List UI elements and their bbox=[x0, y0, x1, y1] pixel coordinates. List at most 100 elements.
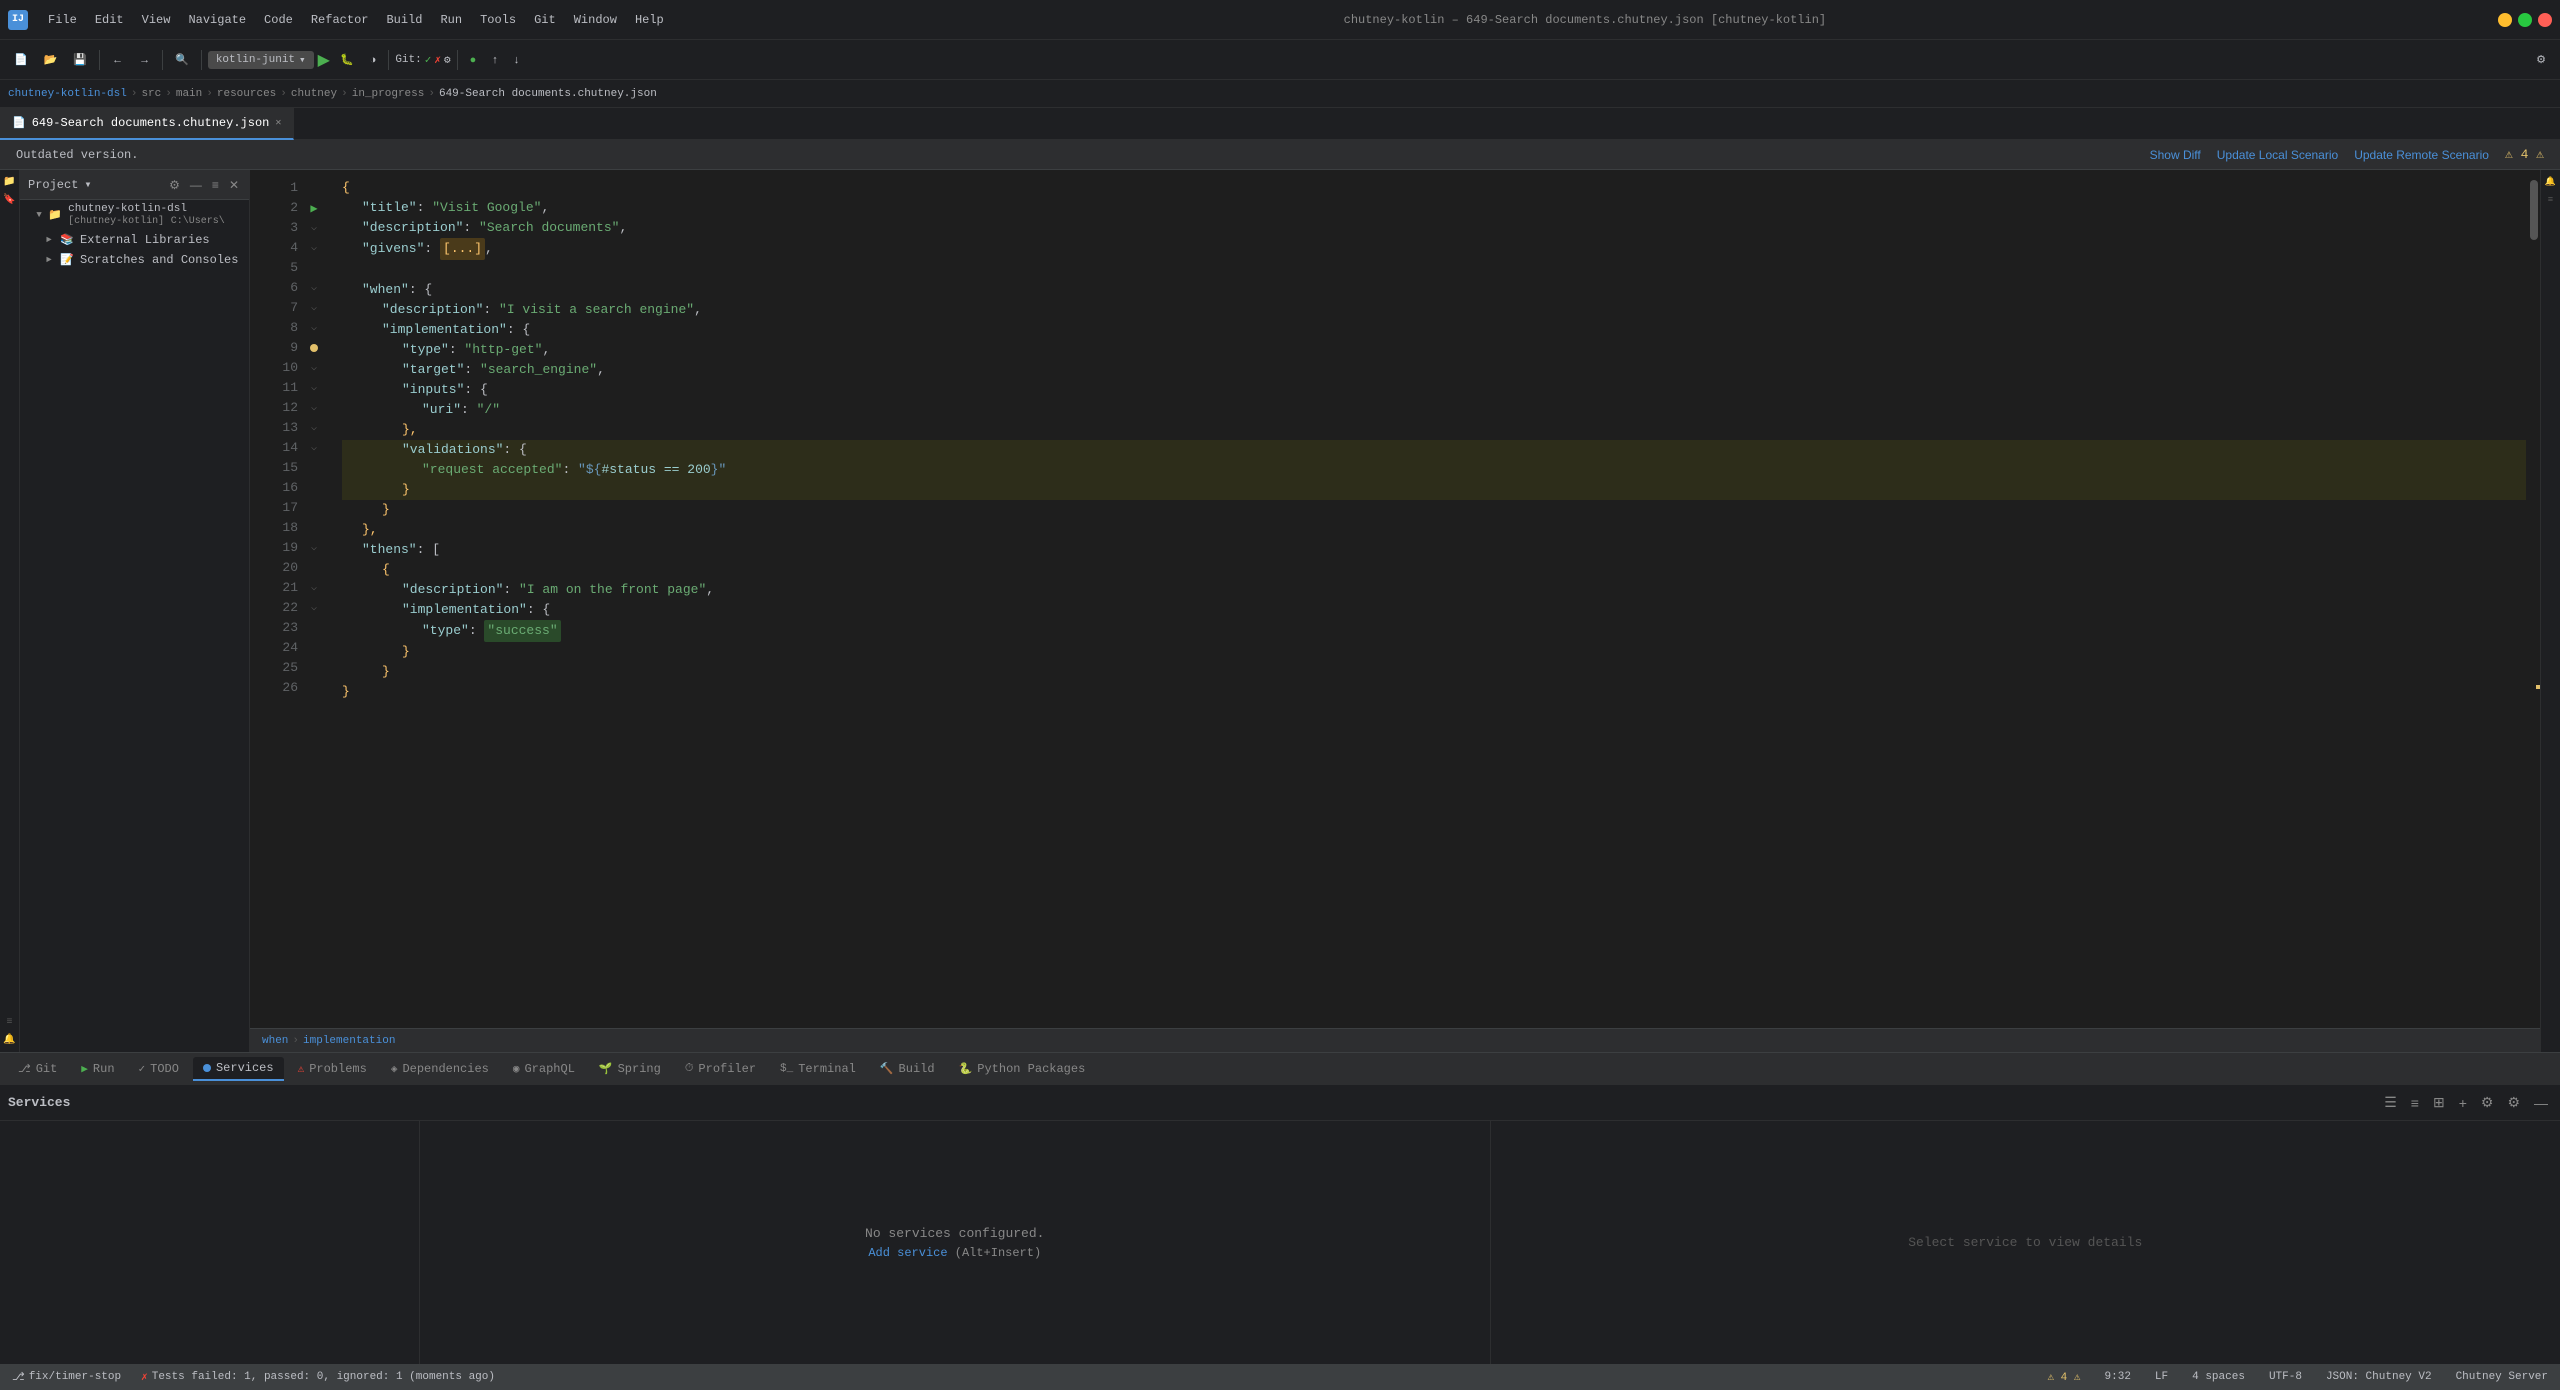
project-settings-btn[interactable]: ⚙ bbox=[167, 176, 182, 194]
fold-line-11[interactable]: ⌵ bbox=[302, 378, 326, 398]
menu-help[interactable]: Help bbox=[627, 10, 672, 30]
fold-line-10[interactable]: ⌵ bbox=[302, 358, 326, 378]
fold-line-19[interactable]: ⌵ bbox=[302, 538, 326, 558]
git-check: ✓ bbox=[425, 53, 432, 67]
tab-spring[interactable]: 🌱 Spring bbox=[589, 1058, 671, 1080]
services-settings-btn[interactable]: ⚙ bbox=[2477, 1092, 2498, 1113]
ext-libs-icon: 📚 bbox=[60, 233, 74, 247]
toolbar-sep-1 bbox=[99, 50, 100, 70]
test-status-item[interactable]: ✗ Tests failed: 1, passed: 0, ignored: 1… bbox=[137, 1368, 499, 1386]
tab-git[interactable]: ⎇ Git bbox=[8, 1058, 67, 1080]
tab-dependencies[interactable]: ◈ Dependencies bbox=[381, 1058, 499, 1080]
sidebar-item-ext-libs[interactable]: ► 📚 External Libraries bbox=[20, 230, 249, 250]
services-minimize-btn[interactable]: — bbox=[2530, 1092, 2552, 1113]
vertical-scrollbar[interactable] bbox=[2526, 170, 2540, 1028]
tab-run[interactable]: ▶ Run bbox=[71, 1058, 124, 1080]
right-notifications-icon[interactable]: 🔔 bbox=[2543, 174, 2559, 190]
code-content[interactable]: { "title": "Visit Google", "description"… bbox=[326, 170, 2526, 1028]
menu-run[interactable]: Run bbox=[432, 10, 470, 30]
sidebar-item-project[interactable]: ▼ 📁 chutney-kotlin-dsl [chutney-kotlin] … bbox=[20, 200, 249, 230]
tab-build[interactable]: 🔨 Build bbox=[870, 1058, 945, 1080]
services-expand-all-btn[interactable]: ≡ bbox=[2407, 1092, 2423, 1113]
code-editor[interactable]: 12345 678910 1112131415 1617181920 21222… bbox=[250, 170, 2540, 1028]
sidebar-item-scratches[interactable]: ► 📝 Scratches and Consoles bbox=[20, 250, 249, 270]
toolbar-back[interactable]: ← bbox=[106, 51, 129, 69]
project-dropdown-arrow[interactable]: ▾ bbox=[84, 177, 91, 192]
toolbar-commit[interactable]: ● bbox=[464, 51, 483, 69]
project-icon[interactable]: 📁 bbox=[2, 174, 18, 190]
fold-line-7[interactable]: ⌵ bbox=[302, 298, 326, 318]
active-tab[interactable]: 📄 649-Search documents.chutney.json ✕ bbox=[0, 108, 294, 140]
services-no-services: No services configured. Add service (Alt… bbox=[420, 1121, 1490, 1364]
run-config-badge[interactable]: kotlin-junit ▾ bbox=[208, 51, 314, 69]
coverage-button[interactable]: ◑ bbox=[364, 51, 383, 69]
tab-problems[interactable]: ⚠ Problems bbox=[288, 1058, 377, 1080]
right-structure-icon[interactable]: ≡ bbox=[2543, 192, 2559, 208]
menu-git[interactable]: Git bbox=[526, 10, 564, 30]
tab-profiler[interactable]: ⏱ Profiler bbox=[675, 1058, 766, 1080]
fold-line-22[interactable]: ⌵ bbox=[302, 598, 326, 618]
tab-python-packages[interactable]: 🐍 Python Packages bbox=[949, 1058, 1096, 1080]
indent-status[interactable]: 4 spaces bbox=[2188, 1369, 2249, 1385]
fold-line-6[interactable]: ⌵ bbox=[302, 278, 326, 298]
services-add-btn[interactable]: + bbox=[2455, 1092, 2471, 1113]
show-diff-button[interactable]: Show Diff bbox=[2150, 147, 2201, 162]
server-status[interactable]: Chutney Server bbox=[2452, 1369, 2552, 1385]
git-branch-status[interactable]: ⎇ fix/timer-stop bbox=[8, 1368, 125, 1386]
line-col-status[interactable]: 9:32 bbox=[2101, 1369, 2135, 1385]
tab-terminal[interactable]: $_ Terminal bbox=[770, 1058, 866, 1080]
toolbar-save[interactable]: 💾 bbox=[67, 50, 93, 69]
maximize-button[interactable] bbox=[2518, 13, 2532, 27]
toolbar-open[interactable]: 📂 bbox=[38, 50, 64, 69]
services-gear-btn[interactable]: ⚙ bbox=[2503, 1092, 2524, 1113]
fold-line-4[interactable]: ⌵ bbox=[302, 238, 326, 258]
menu-refactor[interactable]: Refactor bbox=[303, 10, 377, 30]
update-local-button[interactable]: Update Local Scenario bbox=[2217, 147, 2338, 162]
tab-todo[interactable]: ✓ TODO bbox=[129, 1058, 189, 1080]
file-type-status[interactable]: JSON: Chutney V2 bbox=[2322, 1369, 2436, 1385]
fold-line-3[interactable]: ⌵ bbox=[302, 218, 326, 238]
toolbar-settings[interactable]: ⚙ bbox=[2530, 50, 2552, 69]
toolbar-forward[interactable]: → bbox=[133, 51, 156, 69]
menu-view[interactable]: View bbox=[134, 10, 179, 30]
tab-services[interactable]: Services bbox=[193, 1057, 284, 1081]
bc-when[interactable]: when bbox=[262, 1035, 288, 1047]
run-button[interactable]: ▶ bbox=[318, 50, 330, 70]
project-more-btn[interactable]: ≡ bbox=[210, 176, 221, 194]
menu-code[interactable]: Code bbox=[256, 10, 301, 30]
structure-icon[interactable]: ≡ bbox=[2, 1014, 18, 1030]
debug-button[interactable]: 🐛 bbox=[334, 50, 360, 69]
minimize-button[interactable] bbox=[2498, 13, 2512, 27]
project-gear-btn[interactable]: ✕ bbox=[227, 176, 241, 194]
menu-edit[interactable]: Edit bbox=[87, 10, 132, 30]
menu-tools[interactable]: Tools bbox=[472, 10, 524, 30]
bookmarks-icon[interactable]: 🔖 bbox=[2, 192, 18, 208]
scroll-thumb[interactable] bbox=[2530, 180, 2538, 240]
menu-build[interactable]: Build bbox=[378, 10, 430, 30]
menu-navigate[interactable]: Navigate bbox=[180, 10, 254, 30]
services-collapse-all-btn[interactable]: ☰ bbox=[2380, 1092, 2401, 1113]
close-button[interactable] bbox=[2538, 13, 2552, 27]
project-collapse-btn[interactable]: — bbox=[188, 176, 204, 194]
menu-file[interactable]: File bbox=[40, 10, 85, 30]
update-remote-button[interactable]: Update Remote Scenario bbox=[2354, 147, 2489, 162]
toolbar-search[interactable]: 🔍 bbox=[169, 50, 195, 69]
tab-graphql[interactable]: ◉ GraphQL bbox=[503, 1058, 585, 1080]
add-service-link[interactable]: Add service (Alt+Insert) bbox=[868, 1246, 1041, 1260]
toolbar-new[interactable]: 📄 bbox=[8, 50, 34, 69]
warnings-status[interactable]: ⚠ 4 ⚠ bbox=[2043, 1368, 2084, 1386]
bc-implementation[interactable]: implementation bbox=[303, 1035, 395, 1047]
services-group-btn[interactable]: ⊞ bbox=[2429, 1092, 2449, 1113]
tab-close-button[interactable]: ✕ bbox=[275, 117, 281, 129]
line-sep-status[interactable]: LF bbox=[2151, 1369, 2172, 1385]
fold-line-8[interactable]: ⌵ bbox=[302, 318, 326, 338]
fold-line-14[interactable]: ⌵ bbox=[302, 438, 326, 458]
fold-line-12[interactable]: ⌵ bbox=[302, 398, 326, 418]
menu-window[interactable]: Window bbox=[566, 10, 625, 30]
notifications-icon[interactable]: 🔔 bbox=[2, 1032, 18, 1048]
toolbar-pull[interactable]: ↓ bbox=[508, 51, 526, 69]
toolbar-push[interactable]: ↑ bbox=[486, 51, 504, 69]
encoding-status[interactable]: UTF-8 bbox=[2265, 1369, 2306, 1385]
fold-line-21[interactable]: ⌵ bbox=[302, 578, 326, 598]
fold-line-13[interactable]: ⌵ bbox=[302, 418, 326, 438]
